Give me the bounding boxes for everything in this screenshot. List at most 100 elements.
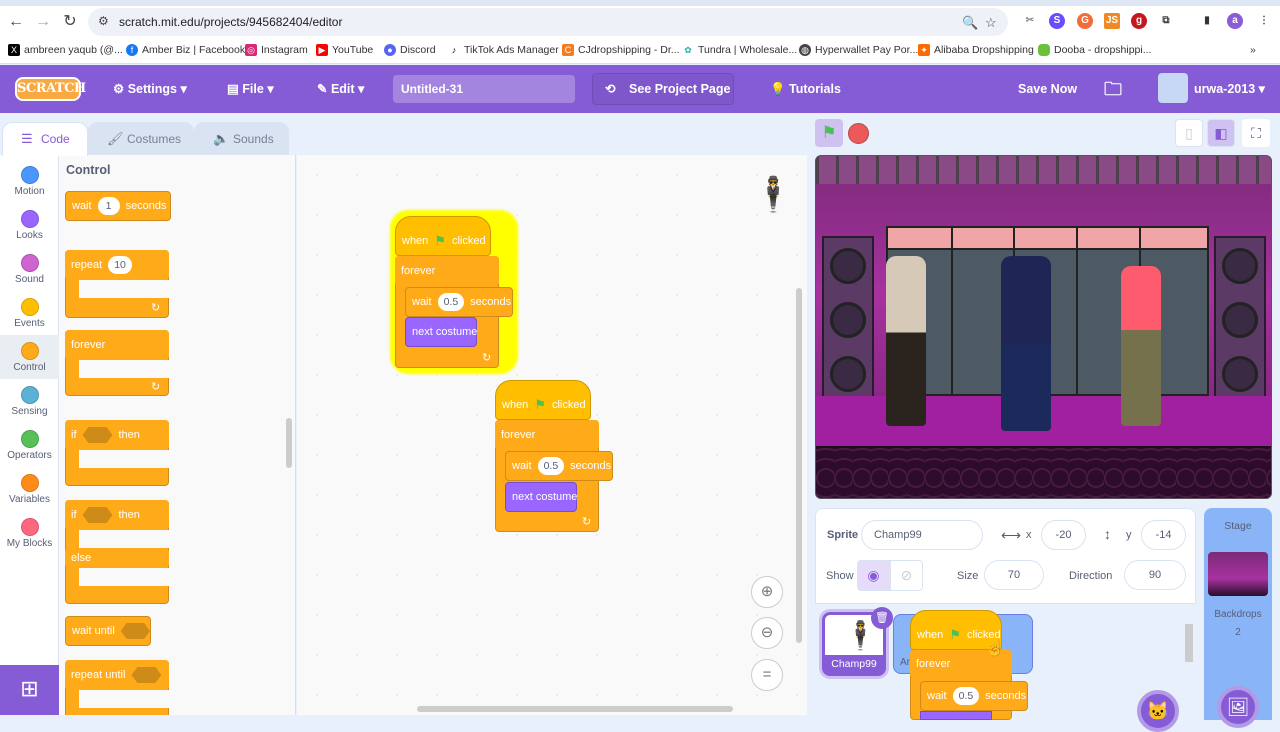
small-stage-button[interactable]: ▯ xyxy=(1175,119,1203,147)
forever-block-header[interactable]: forever xyxy=(65,330,169,360)
sprite-name-input[interactable]: Champ99 xyxy=(861,520,983,550)
address-bar[interactable]: ⚙ scratch.mit.edu/projects/945682404/edi… xyxy=(88,8,1008,36)
choose-sprite-button[interactable]: 🐱 xyxy=(1137,690,1179,732)
condition-slot[interactable] xyxy=(120,623,150,639)
condition-slot[interactable] xyxy=(82,507,113,523)
category-looks[interactable]: Looks xyxy=(0,203,59,247)
extension-grammar-icon[interactable]: g xyxy=(1131,13,1147,29)
account-menu[interactable]: urwa-2013 ▾ xyxy=(1194,65,1265,113)
file-menu[interactable]: ▤ File ▾ xyxy=(227,65,274,113)
wait-input[interactable]: 0.5 xyxy=(437,293,465,311)
category-sensing[interactable]: Sensing xyxy=(0,379,59,423)
bookmark-item[interactable]: Xambreen yaqub (@... xyxy=(8,44,123,56)
zoom-lens-icon[interactable]: 🔍 xyxy=(962,15,978,31)
add-extension-button[interactable]: ⊞ xyxy=(0,665,59,715)
direction-input[interactable]: 90 xyxy=(1124,560,1186,590)
bookmark-item[interactable]: C CJdropshipping - Dr... xyxy=(562,44,680,56)
extension-g-icon[interactable]: G xyxy=(1077,13,1093,29)
size-input[interactable]: 70 xyxy=(984,560,1044,590)
tab-costumes[interactable]: 🖌 Costumes xyxy=(88,122,194,156)
back-icon[interactable]: ← xyxy=(6,12,26,32)
category-control[interactable]: Control xyxy=(0,335,59,379)
forward-icon[interactable]: → xyxy=(33,12,53,32)
bookmark-item[interactable]: ▶ YouTube xyxy=(316,44,373,56)
category-events[interactable]: Events xyxy=(0,291,59,335)
tab-sounds[interactable]: 🔈 Sounds xyxy=(194,122,289,156)
reload-icon[interactable]: ↻ xyxy=(60,12,80,32)
workspace-horizontal-scrollbar[interactable] xyxy=(417,706,733,712)
extension-icon[interactable]: ✂ xyxy=(1022,13,1038,29)
category-operators[interactable]: Operators xyxy=(0,423,59,467)
when-flag-clicked-block[interactable]: when ⚑ clicked xyxy=(395,216,491,256)
wait-until-block[interactable]: wait until xyxy=(65,616,151,646)
dragging-wait-block[interactable]: wait 0.5 seconds xyxy=(920,681,1028,711)
browser-menu-icon[interactable]: ⋮ xyxy=(1256,13,1272,29)
repeat-input[interactable]: 10 xyxy=(108,256,132,274)
if-else-header[interactable]: if then xyxy=(65,500,169,530)
scratch-logo[interactable]: SCRATCH xyxy=(15,77,86,101)
wait-input[interactable]: 1 xyxy=(97,197,120,215)
save-now-button[interactable]: Save Now xyxy=(1018,65,1077,113)
repeat-block-header[interactable]: repeat 10 xyxy=(65,250,169,280)
site-settings-icon[interactable]: ⚙ xyxy=(98,14,109,28)
workspace-vertical-scrollbar[interactable] xyxy=(796,288,802,643)
profile-avatar[interactable]: a xyxy=(1227,13,1243,29)
wait-input[interactable]: 0.5 xyxy=(952,687,980,705)
tutorials-button[interactable]: 💡 Tutorials xyxy=(770,65,841,113)
repeat-until-header[interactable]: repeat until xyxy=(65,660,169,690)
stage-canvas[interactable] xyxy=(815,155,1272,499)
stop-button[interactable] xyxy=(848,123,869,144)
next-costume-block[interactable]: next costume xyxy=(505,482,577,512)
project-title-input[interactable]: Untitled-31 xyxy=(393,75,575,103)
bookmark-item[interactable]: ● Discord xyxy=(384,44,436,56)
next-costume-block[interactable]: next costume xyxy=(405,317,477,347)
green-flag-button[interactable]: ⚑ xyxy=(815,119,843,147)
user-avatar[interactable] xyxy=(1158,73,1188,103)
settings-menu[interactable]: ⚙ Settings ▾ xyxy=(113,65,187,113)
extensions-puzzle-icon[interactable]: ⧉ xyxy=(1158,13,1174,29)
when-flag-clicked-block[interactable]: when ⚑ clicked xyxy=(495,380,591,420)
show-sprite-button[interactable]: ◉ xyxy=(857,560,890,591)
bookmark-star-icon[interactable]: ☆ xyxy=(985,15,997,31)
y-position-input[interactable]: -14 xyxy=(1141,520,1186,550)
x-position-input[interactable]: -20 xyxy=(1041,520,1086,550)
choose-backdrop-button[interactable]: 🖼 xyxy=(1217,686,1259,728)
edit-menu[interactable]: ✎ Edit ▾ xyxy=(317,65,364,113)
champ99-sprite[interactable] xyxy=(1001,256,1051,431)
extension-s-icon[interactable]: S xyxy=(1049,13,1065,29)
large-stage-button[interactable]: ◧ xyxy=(1207,119,1235,147)
zoom-out-button[interactable]: ⊖ xyxy=(751,617,783,649)
bookmark-item[interactable]: ♪ TikTok Ads Manager xyxy=(448,44,559,56)
wait-input[interactable]: 0.5 xyxy=(537,457,565,475)
category-sound[interactable]: Sound xyxy=(0,247,59,291)
tab-code[interactable]: ☰ Code xyxy=(2,122,88,156)
sprite-list-scrollbar[interactable] xyxy=(1185,614,1193,684)
hide-sprite-button[interactable]: ⊘ xyxy=(890,560,923,591)
bookmark-item[interactable]: ◎ Instagram xyxy=(245,44,308,56)
extension-js-icon[interactable]: JS xyxy=(1104,13,1120,29)
condition-slot[interactable] xyxy=(82,427,113,443)
fullscreen-button[interactable]: ⛶ xyxy=(1242,119,1270,147)
bookmark-item[interactable]: ◍ Hyperwallet Pay Por... xyxy=(799,44,918,56)
zoom-reset-button[interactable]: = xyxy=(751,659,783,691)
bookmark-item[interactable]: ✿ Tundra | Wholesale... xyxy=(682,44,797,56)
palette-scrollbar[interactable] xyxy=(286,418,292,468)
wait-seconds-block[interactable]: wait 0.5 seconds xyxy=(405,287,513,317)
category-variables[interactable]: Variables xyxy=(0,467,59,511)
wait-seconds-block[interactable]: wait 1 seconds xyxy=(65,191,171,221)
bookmark-item[interactable]: Dooba - dropshippi... xyxy=(1038,44,1151,56)
category-motion[interactable]: Motion xyxy=(0,159,59,203)
more-bookmarks-button[interactable]: » xyxy=(1250,44,1256,56)
condition-slot[interactable] xyxy=(131,667,162,683)
bookmark-item[interactable]: f Amber Biz | Facebook xyxy=(126,44,245,56)
zoom-in-button[interactable]: ⊕ xyxy=(751,576,783,608)
wait-seconds-block[interactable]: wait 0.5 seconds xyxy=(505,451,613,481)
see-project-page-button[interactable]: ⟲ See Project Page xyxy=(592,73,734,105)
category-my-blocks[interactable]: My Blocks xyxy=(0,511,59,555)
bookmark-item[interactable]: ✦ Alibaba Dropshipping xyxy=(918,44,1034,56)
side-panel-icon[interactable]: ▮ xyxy=(1199,13,1215,29)
stage-selector-panel[interactable]: Stage Backdrops 2 🖼 xyxy=(1204,508,1272,728)
folder-icon[interactable]: 🗀 xyxy=(1104,65,1122,113)
delete-sprite-button[interactable]: 🗑 xyxy=(871,607,893,629)
if-then-header[interactable]: if then xyxy=(65,420,169,450)
